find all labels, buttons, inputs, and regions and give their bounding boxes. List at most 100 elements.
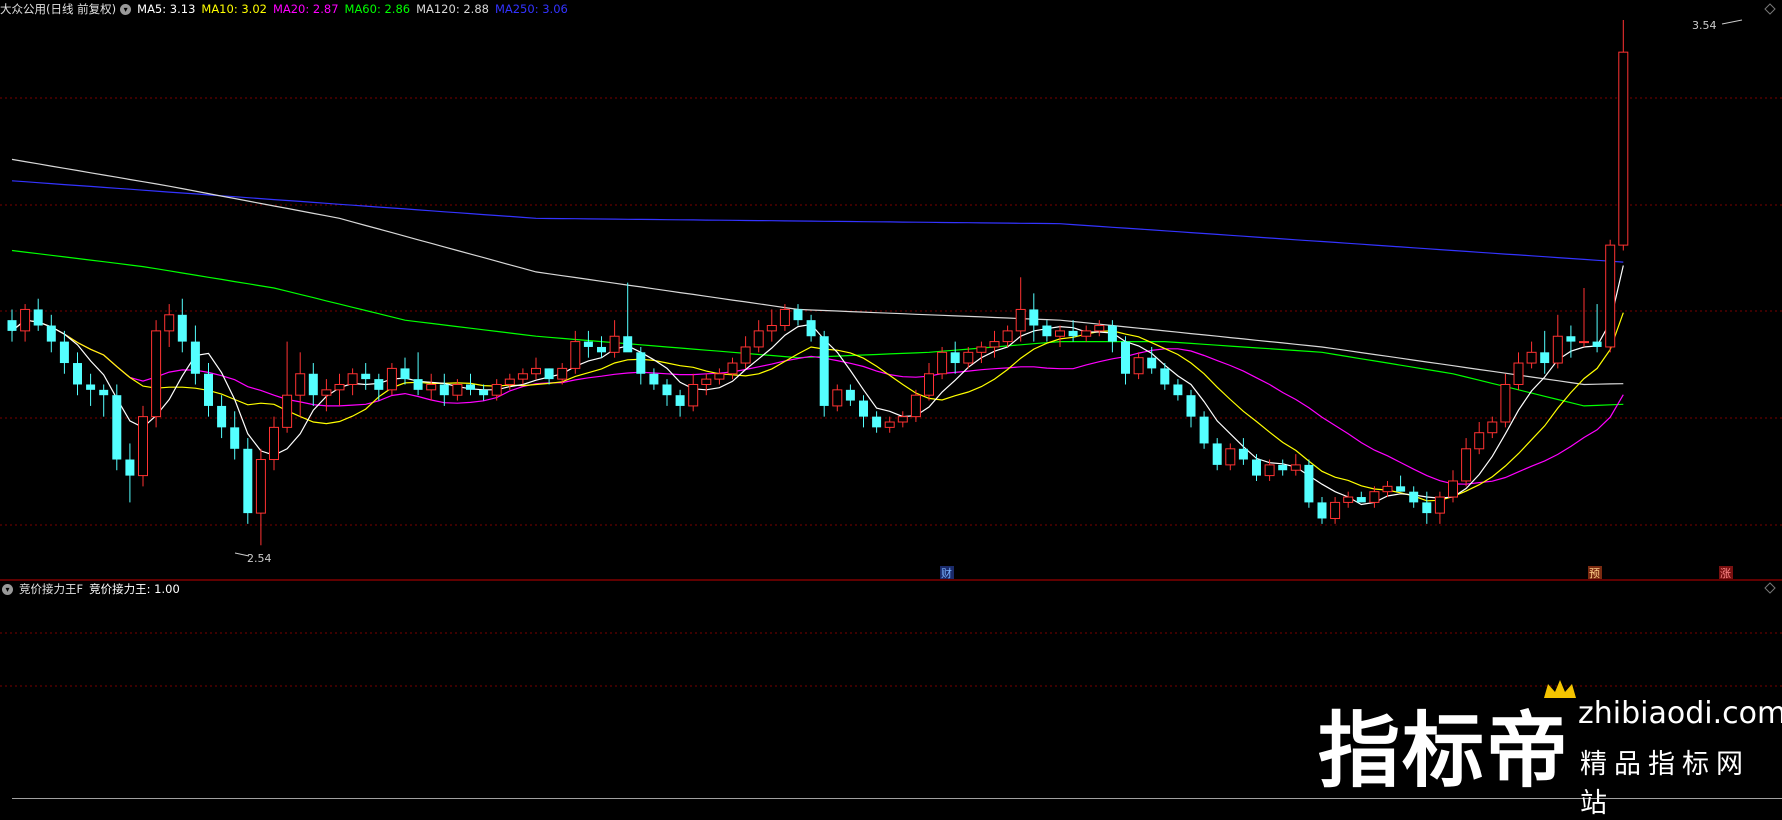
event-badge-yu[interactable]: 预 bbox=[1588, 566, 1602, 580]
event-badge-cai[interactable]: 财 bbox=[940, 566, 954, 580]
candle bbox=[86, 373, 96, 406]
ma250-value: MA250: 3.06 bbox=[494, 2, 568, 16]
candle-body bbox=[243, 448, 253, 514]
candle-body bbox=[793, 309, 803, 321]
candle-body bbox=[976, 346, 987, 353]
candle bbox=[1330, 497, 1341, 524]
candle-body bbox=[46, 325, 56, 342]
candle-body bbox=[753, 330, 764, 348]
candle-body bbox=[1029, 309, 1039, 326]
candle bbox=[347, 368, 358, 396]
watermark-logo: 指标帝 zhibiaodi.com 精品指标网站 bbox=[1318, 680, 1782, 819]
candle-body bbox=[1199, 416, 1209, 444]
candle-body bbox=[1278, 464, 1288, 471]
candle-body bbox=[334, 383, 345, 391]
candle bbox=[7, 309, 17, 342]
candle bbox=[466, 373, 475, 396]
candle-body bbox=[1369, 491, 1380, 503]
candle-body bbox=[308, 373, 318, 396]
candle bbox=[1317, 497, 1327, 524]
candle-body bbox=[1474, 432, 1485, 450]
candle-body bbox=[714, 373, 725, 380]
candle bbox=[793, 304, 803, 326]
candle-body bbox=[1094, 325, 1105, 332]
event-badge-zhang[interactable]: 涨 bbox=[1719, 566, 1733, 580]
indicator-value: 竞价接力王: 1.00 bbox=[89, 582, 180, 596]
candle bbox=[609, 320, 620, 358]
ma120-line bbox=[11, 158, 1624, 386]
candle bbox=[872, 411, 882, 433]
candle-body bbox=[740, 346, 751, 364]
indicator-settings-icon[interactable]: ▾ bbox=[2, 583, 13, 595]
candle-body bbox=[963, 351, 974, 364]
stock-title[interactable]: 大众公用(日线 前复权) bbox=[0, 1, 116, 17]
candle bbox=[688, 373, 699, 412]
candle-body bbox=[1290, 464, 1301, 471]
candle bbox=[570, 330, 581, 374]
corner-diamond-icon[interactable] bbox=[1764, 582, 1776, 594]
candle bbox=[230, 411, 240, 460]
candle-body bbox=[859, 400, 868, 417]
candle bbox=[439, 373, 449, 406]
candle bbox=[46, 314, 56, 353]
settings-circle-icon[interactable]: ▾ bbox=[120, 3, 132, 15]
candle-body bbox=[819, 336, 829, 406]
moving-average-lines bbox=[11, 158, 1624, 506]
candle-body bbox=[872, 416, 882, 428]
candle-body bbox=[884, 421, 895, 428]
candle bbox=[452, 379, 463, 401]
candle-body bbox=[479, 389, 489, 396]
candle-body bbox=[727, 362, 738, 375]
candle bbox=[217, 395, 227, 439]
candle bbox=[597, 336, 606, 358]
candle-body bbox=[282, 394, 293, 428]
candle bbox=[99, 384, 109, 417]
candle-body bbox=[950, 352, 960, 364]
candle bbox=[701, 373, 712, 396]
candle-body bbox=[20, 308, 31, 332]
candle bbox=[859, 395, 868, 428]
candle bbox=[1290, 454, 1301, 476]
candle-body bbox=[544, 368, 554, 380]
candle-body bbox=[1015, 308, 1026, 332]
candle bbox=[1055, 325, 1065, 347]
candle-body bbox=[439, 384, 449, 396]
candle-body bbox=[1448, 480, 1458, 498]
candle-body bbox=[217, 405, 227, 428]
candle-body bbox=[937, 351, 948, 375]
candle-body bbox=[374, 379, 384, 390]
candle-body bbox=[1356, 497, 1366, 503]
low-price-label: 2.54 bbox=[247, 552, 272, 565]
candle bbox=[806, 314, 816, 342]
candle-body bbox=[125, 459, 135, 476]
candle-body bbox=[1173, 384, 1183, 396]
indicator-name[interactable]: 竞价接力王F bbox=[19, 581, 83, 597]
candle-body bbox=[597, 346, 606, 353]
candle-body bbox=[1068, 330, 1078, 337]
candle bbox=[544, 368, 554, 385]
candle bbox=[1605, 239, 1616, 353]
candle bbox=[413, 352, 423, 396]
candle-body bbox=[1147, 357, 1157, 369]
candle-body bbox=[466, 384, 475, 390]
candle-body bbox=[504, 378, 515, 385]
candle bbox=[989, 330, 1000, 358]
candle bbox=[1409, 486, 1419, 508]
low-marker: 2.54 bbox=[234, 552, 272, 565]
candle-body bbox=[517, 373, 528, 380]
candle-body bbox=[1540, 352, 1550, 364]
ma250-line bbox=[11, 180, 1624, 263]
candle bbox=[177, 298, 187, 353]
candle-body bbox=[675, 395, 685, 406]
candle-body bbox=[1605, 244, 1616, 348]
candle bbox=[1526, 341, 1537, 369]
candle-body bbox=[1107, 325, 1117, 342]
candle bbox=[740, 336, 751, 369]
candle bbox=[714, 368, 725, 385]
candle-body bbox=[1409, 491, 1419, 503]
candle bbox=[269, 416, 279, 471]
corner-diamond-icon[interactable] bbox=[1764, 3, 1776, 15]
candle bbox=[1304, 459, 1314, 508]
candle-body bbox=[924, 373, 934, 396]
candle bbox=[255, 448, 266, 546]
